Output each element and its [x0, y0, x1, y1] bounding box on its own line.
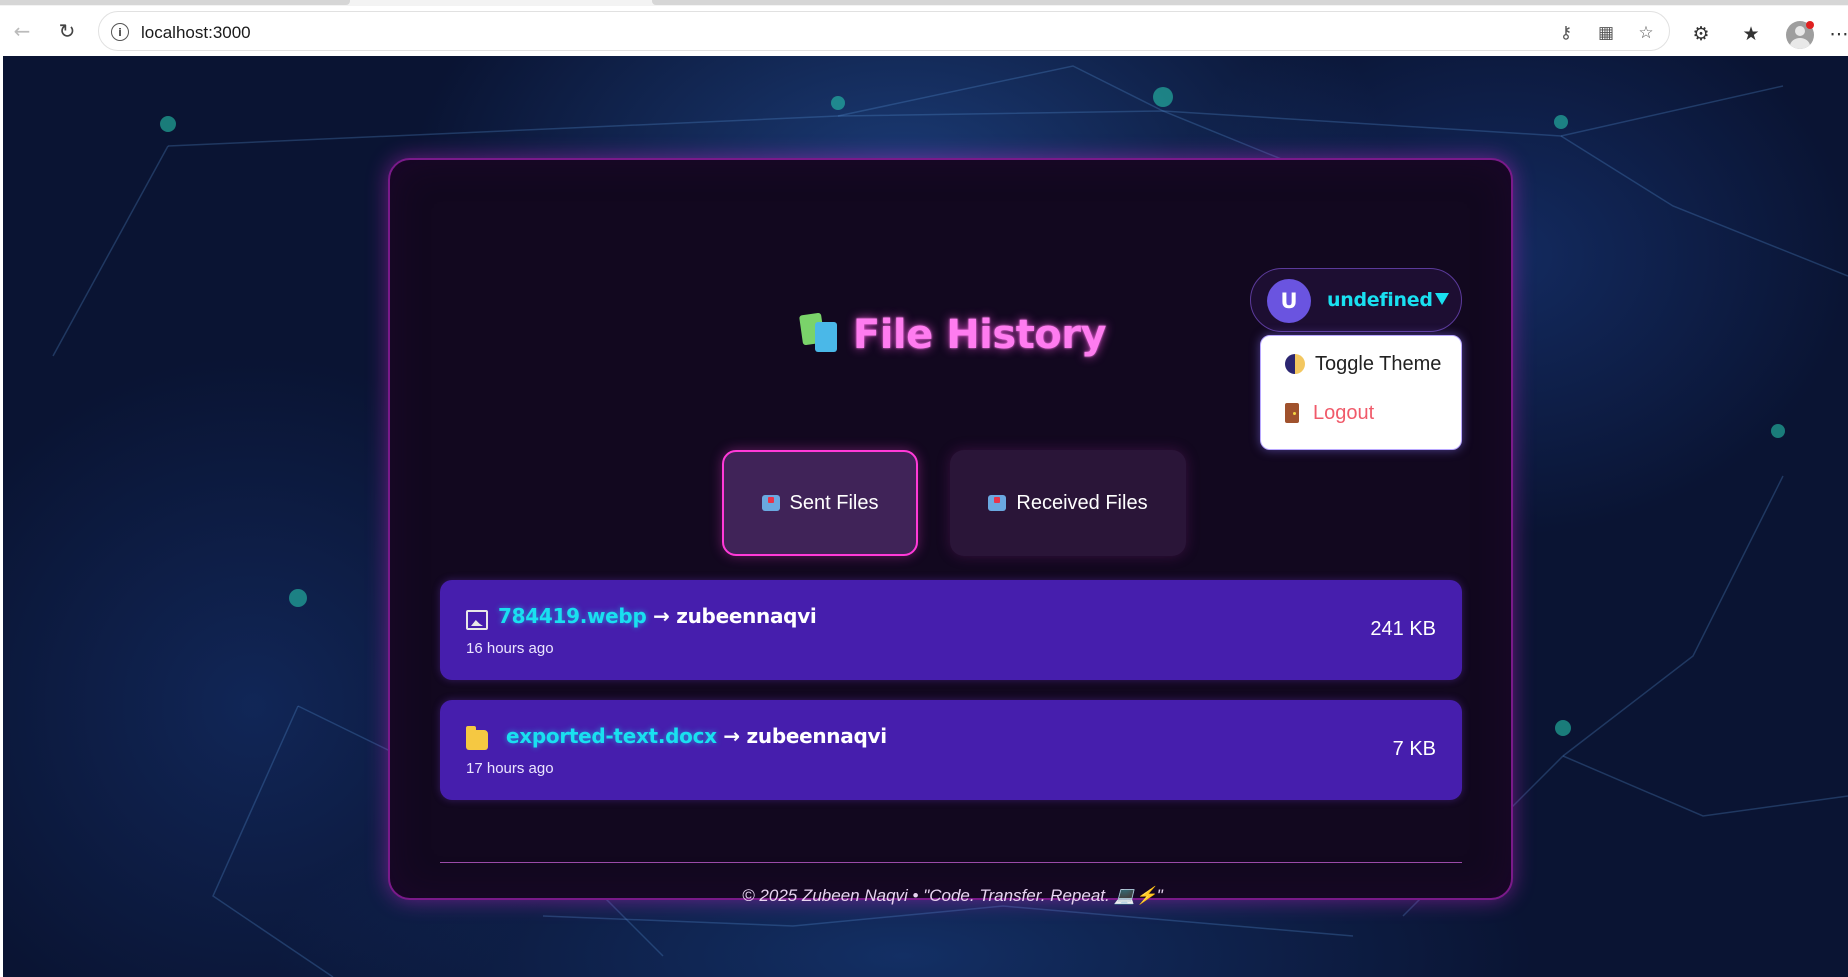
menu-item-label: Logout [1313, 401, 1375, 424]
file-time: 16 hours ago [466, 640, 554, 657]
notification-dot [1806, 21, 1814, 29]
tab-left[interactable] [0, 0, 350, 5]
file-time: 17 hours ago [466, 760, 554, 777]
books-icon [798, 312, 841, 354]
tab-received-files[interactable]: Received Files [950, 450, 1186, 556]
arrow-text: → [723, 724, 740, 748]
file-name-link[interactable]: 784419.webp [498, 604, 647, 628]
file-history-card: U undefined Toggle Theme Logout File His… [388, 158, 1515, 905]
file-line: 784419.webp → zubeennaqvi [498, 604, 817, 628]
apps-icon[interactable]: ▦ [1595, 22, 1617, 44]
favorites-icon[interactable]: ★ [1738, 21, 1764, 47]
tab-sent-files[interactable]: Sent Files [722, 450, 918, 556]
outbox-icon [761, 495, 780, 511]
reload-icon[interactable]: ↻ [50, 14, 84, 48]
door-icon [1285, 403, 1299, 423]
tab-label: Sent Files [789, 491, 879, 514]
recipient-name: zubeennaqvi [746, 724, 888, 748]
user-name: undefined [1327, 289, 1433, 311]
tab-label: Received Files [1016, 491, 1148, 514]
more-icon[interactable]: ⋯ [1830, 21, 1848, 47]
file-line: exported-text.docx → zubeennaqvi [506, 724, 887, 748]
recipient-name: zubeennaqvi [676, 604, 817, 628]
star-icon[interactable]: ☆ [1635, 22, 1657, 44]
file-name-link[interactable]: exported-text.docx [506, 724, 717, 748]
key-icon[interactable]: ⚷ [1555, 22, 1577, 44]
file-row[interactable]: 784419.webp → zubeennaqvi 16 hours ago 2… [440, 580, 1462, 680]
footer-text: © 2025 Zubeen Naqvi • "Code. Transfer. R… [742, 886, 1163, 905]
image-icon [466, 610, 488, 630]
inbox-icon [988, 495, 1007, 511]
folder-icon [466, 726, 488, 750]
back-icon[interactable]: ← [5, 14, 39, 48]
url-text[interactable]: localhost:3000 [141, 23, 251, 43]
address-bar[interactable]: i localhost:3000 ⚷ ▦ ☆ [98, 11, 1670, 51]
page-title-text: File History [852, 312, 1107, 358]
extensions-icon[interactable]: ⚙ [1688, 21, 1714, 47]
page-title: File History [390, 312, 1515, 358]
footer-divider [440, 862, 1462, 863]
tab-right[interactable] [652, 0, 1848, 5]
file-size: 7 KB [1392, 738, 1436, 760]
menu-item-logout[interactable]: Logout [1285, 399, 1374, 427]
file-size: 241 KB [1370, 618, 1436, 640]
info-icon[interactable]: i [111, 23, 129, 41]
caret-down-icon [1435, 293, 1449, 305]
browser-toolbar: ← ↻ i localhost:3000 ⚷ ▦ ☆ ⚙ ★ ⋯ [0, 6, 1848, 56]
arrow-text: → [653, 604, 670, 628]
file-row[interactable]: exported-text.docx → zubeennaqvi 17 hour… [440, 700, 1462, 800]
page-viewport: U undefined Toggle Theme Logout File His… [3, 56, 1848, 977]
